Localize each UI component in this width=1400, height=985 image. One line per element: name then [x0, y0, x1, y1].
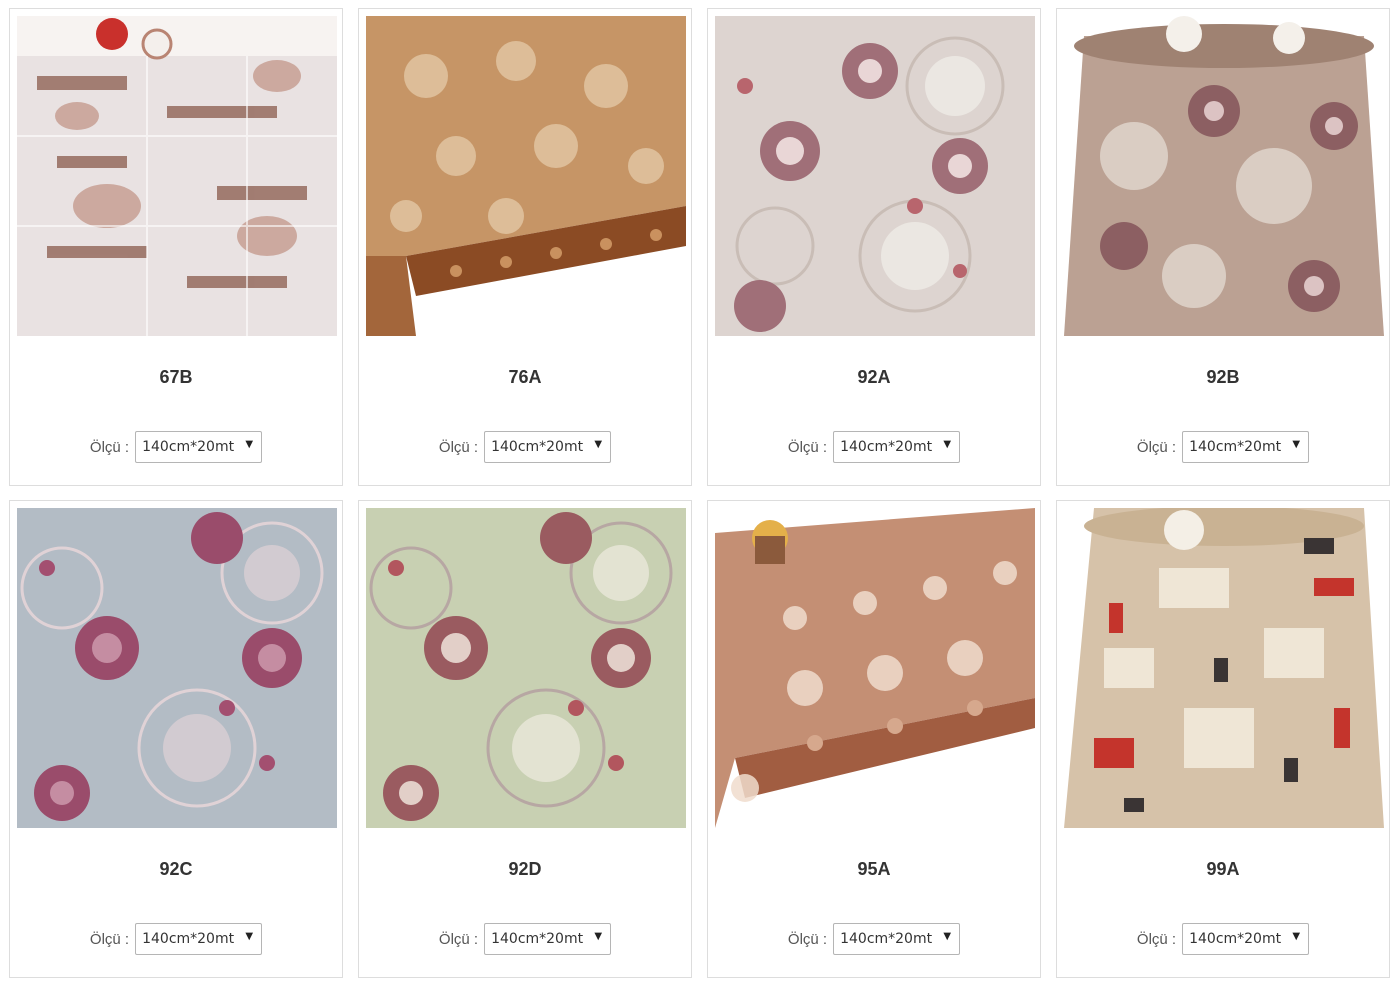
size-option-row: Ölçü : 140cm*20mt ▼: [359, 431, 691, 463]
product-card-92d[interactable]: 92D Ölçü : 140cm*20mt ▼: [358, 500, 692, 978]
product-card-92a[interactable]: 92A Ölçü : 140cm*20mt ▼: [707, 8, 1041, 486]
size-label: Ölçü :: [89, 930, 130, 948]
tablecloth-pattern-image: [715, 16, 1035, 336]
size-option-row: Ölçü : 140cm*20mt ▼: [708, 923, 1040, 955]
size-select-value: 140cm*20mt: [142, 931, 235, 947]
size-select[interactable]: 140cm*20mt ▼: [833, 431, 961, 463]
product-code[interactable]: 76A: [359, 367, 691, 388]
product-code[interactable]: 95A: [708, 859, 1040, 880]
size-option-row: Ölçü : 140cm*20mt ▼: [10, 431, 342, 463]
product-image[interactable]: [17, 508, 337, 828]
size-label: Ölçü :: [1136, 438, 1177, 456]
product-code[interactable]: 92B: [1057, 367, 1389, 388]
size-select[interactable]: 140cm*20mt ▼: [1182, 431, 1310, 463]
product-card-67b[interactable]: 67B Ölçü : 140cm*20mt ▼: [9, 8, 343, 486]
size-label: Ölçü :: [1136, 930, 1177, 948]
product-card-76a[interactable]: 76A Ölçü : 140cm*20mt ▼: [358, 8, 692, 486]
dropdown-arrow-icon: ▼: [943, 439, 952, 450]
product-card-92c[interactable]: 92C Ölçü : 140cm*20mt ▼: [9, 500, 343, 978]
product-code[interactable]: 92D: [359, 859, 691, 880]
product-image[interactable]: [1064, 508, 1384, 828]
size-label: Ölçü :: [787, 930, 828, 948]
product-image[interactable]: [17, 16, 337, 336]
product-image[interactable]: [715, 16, 1035, 336]
size-select-value: 140cm*20mt: [1189, 931, 1282, 947]
size-select[interactable]: 140cm*20mt ▼: [135, 923, 263, 955]
size-select-value: 140cm*20mt: [840, 439, 933, 455]
size-select[interactable]: 140cm*20mt ▼: [484, 923, 612, 955]
dropdown-arrow-icon: ▼: [1292, 931, 1301, 942]
dropdown-arrow-icon: ▼: [943, 931, 952, 942]
size-select-value: 140cm*20mt: [1189, 439, 1282, 455]
size-label: Ölçü :: [438, 930, 479, 948]
product-code[interactable]: 92C: [10, 859, 342, 880]
tablecloth-pattern-image: [17, 508, 337, 828]
size-label: Ölçü :: [787, 438, 828, 456]
tablecloth-pattern-image: [366, 508, 686, 828]
tablecloth-pattern-image: [366, 16, 686, 336]
size-option-row: Ölçü : 140cm*20mt ▼: [359, 923, 691, 955]
tablecloth-pattern-image: [1064, 16, 1384, 336]
size-select-value: 140cm*20mt: [491, 931, 584, 947]
product-image[interactable]: [1064, 16, 1384, 336]
size-select-value: 140cm*20mt: [142, 439, 235, 455]
size-option-row: Ölçü : 140cm*20mt ▼: [1057, 923, 1389, 955]
size-select-value: 140cm*20mt: [491, 439, 584, 455]
dropdown-arrow-icon: ▼: [245, 931, 254, 942]
product-card-92b[interactable]: 92B Ölçü : 140cm*20mt ▼: [1056, 8, 1390, 486]
product-image[interactable]: [715, 508, 1035, 828]
dropdown-arrow-icon: ▼: [245, 439, 254, 450]
size-select[interactable]: 140cm*20mt ▼: [484, 431, 612, 463]
size-label: Ölçü :: [89, 438, 130, 456]
dropdown-arrow-icon: ▼: [594, 931, 603, 942]
size-select[interactable]: 140cm*20mt ▼: [1182, 923, 1310, 955]
size-select-value: 140cm*20mt: [840, 931, 933, 947]
size-option-row: Ölçü : 140cm*20mt ▼: [708, 431, 1040, 463]
size-option-row: Ölçü : 140cm*20mt ▼: [1057, 431, 1389, 463]
tablecloth-pattern-image: [1064, 508, 1384, 828]
product-code[interactable]: 99A: [1057, 859, 1389, 880]
product-image[interactable]: [366, 16, 686, 336]
product-code[interactable]: 67B: [10, 367, 342, 388]
size-option-row: Ölçü : 140cm*20mt ▼: [10, 923, 342, 955]
dropdown-arrow-icon: ▼: [1292, 439, 1301, 450]
product-image[interactable]: [366, 508, 686, 828]
size-label: Ölçü :: [438, 438, 479, 456]
dropdown-arrow-icon: ▼: [594, 439, 603, 450]
size-select[interactable]: 140cm*20mt ▼: [135, 431, 263, 463]
product-code[interactable]: 92A: [708, 367, 1040, 388]
tablecloth-pattern-image: [715, 508, 1035, 828]
size-select[interactable]: 140cm*20mt ▼: [833, 923, 961, 955]
product-card-95a[interactable]: 95A Ölçü : 140cm*20mt ▼: [707, 500, 1041, 978]
product-grid: 67B Ölçü : 140cm*20mt ▼ 76A Ölçü: 140cm…: [0, 0, 1400, 985]
tablecloth-pattern-image: [17, 16, 337, 336]
product-card-99a[interactable]: 99A Ölçü : 140cm*20mt ▼: [1056, 500, 1390, 978]
